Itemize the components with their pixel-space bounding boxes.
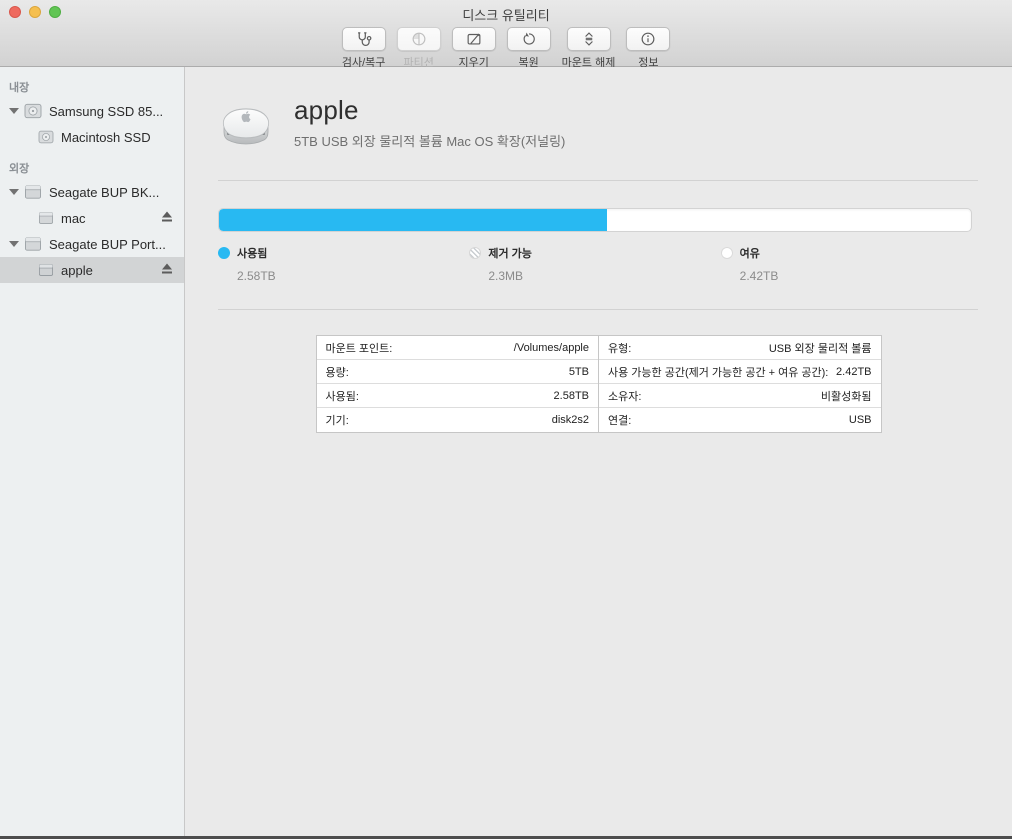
unmount-button[interactable]: 마운트 해제 [562, 27, 616, 70]
disk-utility-window: 디스크 유틸리티 검사/복구 [0, 0, 1012, 839]
eject-icon[interactable] [160, 262, 174, 276]
info-row-owner: 소유자: 비활성화됨 [599, 384, 881, 408]
restore-button[interactable]: 복원 [507, 27, 551, 70]
legend-used: 사용됨 2.58TB [218, 245, 469, 283]
legend-free: 여유 2.42TB [721, 245, 972, 283]
sidebar-item-seagate-bup-bk[interactable]: Seagate BUP BK... [0, 179, 184, 205]
partition-icon [410, 30, 428, 48]
main-pane: apple 5TB USB 외장 물리적 볼륨 Mac OS 확장(저널링) 사… [185, 67, 1012, 839]
info-row-mount-point: 마운트 포인트: /Volumes/apple [317, 336, 599, 360]
external-drive-icon [218, 99, 274, 147]
external-disk-icon [24, 236, 42, 252]
volume-header: apple 5TB USB 외장 물리적 볼륨 Mac OS 확장(저널링) [185, 67, 1012, 150]
info-row-used: 사용됨: 2.58TB [317, 384, 599, 408]
volume-title: apple [294, 95, 565, 126]
free-value: 2.42TB [740, 269, 972, 283]
disclosure-triangle-icon[interactable] [9, 189, 19, 195]
titlebar: 디스크 유틸리티 검사/복구 [0, 0, 1012, 67]
usage-bar-wrap [218, 208, 972, 232]
usage-bar [218, 208, 972, 232]
restore-icon [520, 30, 538, 48]
partition-button[interactable]: 파티션 [397, 27, 441, 70]
external-disk-icon [38, 263, 54, 277]
traffic-lights [9, 6, 61, 18]
external-disk-icon [24, 184, 42, 200]
close-button[interactable] [9, 6, 21, 18]
info-icon [639, 30, 657, 48]
info-button[interactable]: 정보 [626, 27, 670, 70]
divider [218, 309, 978, 310]
first-aid-icon [354, 30, 373, 49]
legend-purgeable: 제거 가능 2.3MB [469, 245, 720, 283]
unmount-icon [580, 30, 598, 48]
eject-icon[interactable] [160, 210, 174, 224]
usage-legend: 사용됨 2.58TB 제거 가능 2.3MB 여유 2.4 [218, 245, 972, 283]
toolbar: 검사/복구 파티션 [0, 27, 1012, 70]
sidebar-item-apple[interactable]: apple [0, 257, 184, 283]
purgeable-value: 2.3MB [488, 269, 720, 283]
divider [218, 180, 978, 181]
sidebar-item-mac[interactable]: mac [0, 205, 184, 231]
usage-bar-used [219, 209, 607, 231]
info-row-connection: 연결: USB [599, 408, 881, 432]
used-value: 2.58TB [237, 269, 469, 283]
zoom-button[interactable] [49, 6, 61, 18]
sidebar: 내장 Samsung SSD 85... Macintosh SSD [0, 67, 185, 839]
erase-button[interactable]: 지우기 [452, 27, 496, 70]
window-title: 디스크 유틸리티 [0, 0, 1012, 24]
sidebar-item-seagate-bup-port[interactable]: Seagate BUP Port... [0, 231, 184, 257]
purgeable-swatch-icon [469, 247, 481, 259]
external-disk-icon [38, 211, 54, 225]
volume-subtitle: 5TB USB 외장 물리적 볼륨 Mac OS 확장(저널링) [294, 131, 565, 150]
info-row-capacity: 용량: 5TB [317, 360, 599, 384]
info-row-device: 기기: disk2s2 [317, 408, 599, 432]
free-swatch-icon [721, 247, 733, 259]
disclosure-triangle-icon[interactable] [9, 108, 19, 114]
sidebar-item-macintosh-ssd[interactable]: Macintosh SSD [0, 124, 184, 150]
volume-info-table: 마운트 포인트: /Volumes/apple 용량: 5TB 사용됨: 2.5… [316, 335, 882, 433]
erase-icon [465, 30, 483, 48]
used-swatch-icon [218, 247, 230, 259]
sidebar-section-external: 외장 [0, 156, 184, 179]
internal-disk-icon [38, 130, 54, 144]
sidebar-section-internal: 내장 [0, 75, 184, 98]
info-row-available: 사용 가능한 공간(제거 가능한 공간 + 여유 공간): 2.42TB [599, 360, 881, 384]
info-row-type: 유형: USB 외장 물리적 볼륨 [599, 336, 881, 360]
internal-disk-icon [24, 103, 42, 119]
disclosure-triangle-icon[interactable] [9, 241, 19, 247]
sidebar-item-samsung-ssd[interactable]: Samsung SSD 85... [0, 98, 184, 124]
minimize-button[interactable] [29, 6, 41, 18]
first-aid-button[interactable]: 검사/복구 [342, 27, 386, 70]
